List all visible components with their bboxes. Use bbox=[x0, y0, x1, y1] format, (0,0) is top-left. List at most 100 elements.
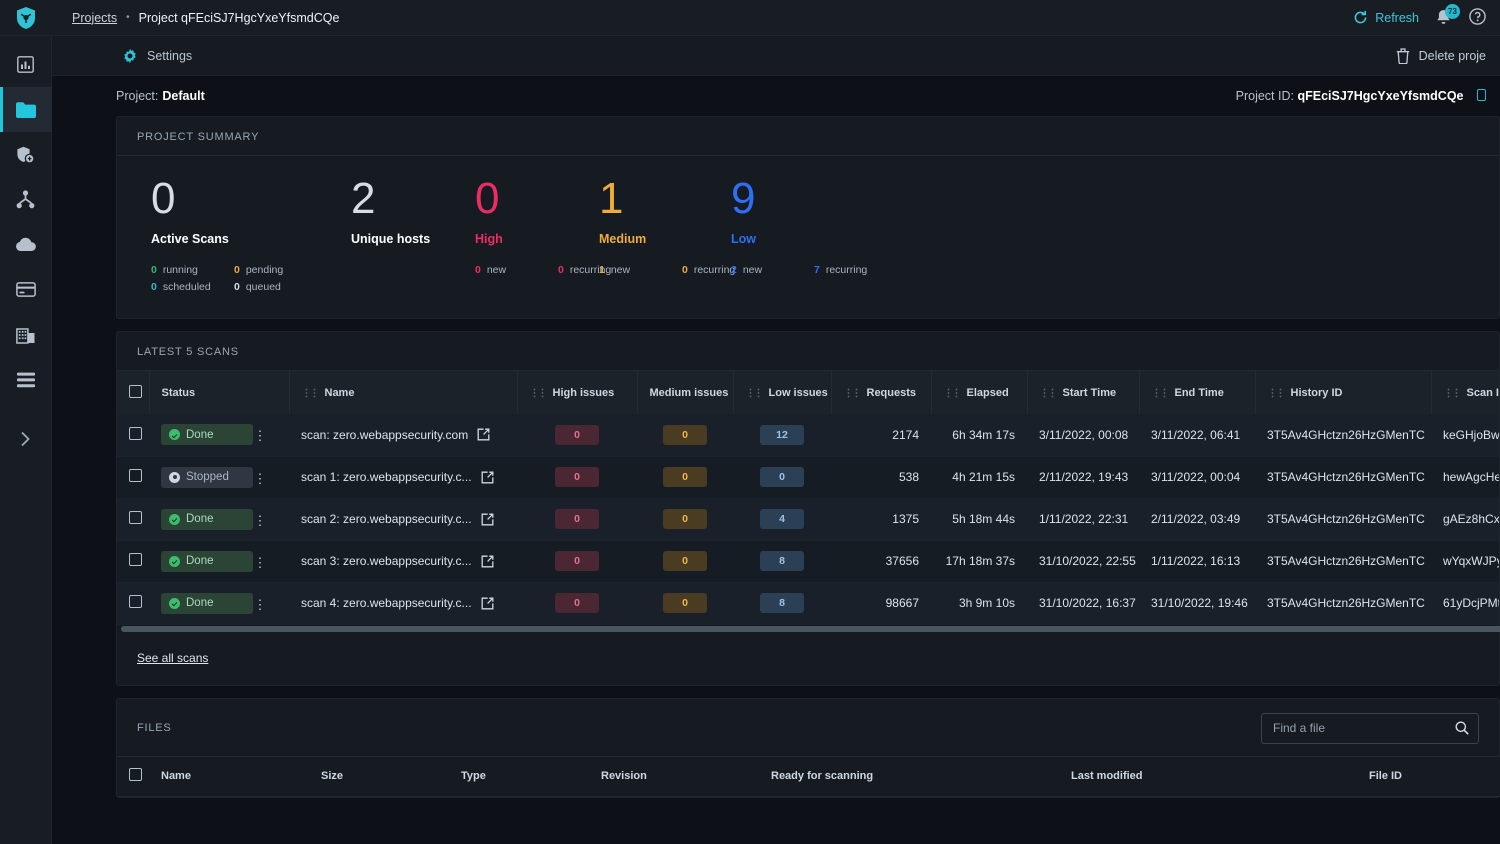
select-all-scans-header bbox=[117, 371, 149, 414]
row-checkbox[interactable] bbox=[129, 469, 142, 482]
col-elapsed[interactable]: ⋮⋮Elapsed bbox=[931, 371, 1027, 414]
open-external-icon[interactable] bbox=[481, 597, 494, 610]
history-id-cell: 3T5Av4GHctzn26HzGMenTC bbox=[1255, 540, 1431, 582]
open-external-icon[interactable] bbox=[477, 428, 490, 441]
files-col-revision[interactable]: Revision bbox=[589, 757, 759, 797]
medium-issues-pill: 0 bbox=[663, 509, 707, 529]
sidebar-item-dashboard[interactable] bbox=[0, 42, 52, 87]
summary-metric-low: 9Low2new7recurring bbox=[697, 176, 829, 296]
col-low-issues[interactable]: ⋮⋮Low issues bbox=[733, 371, 831, 414]
metric-sub-label: running bbox=[163, 262, 198, 279]
select-all-files-checkbox[interactable] bbox=[129, 768, 142, 781]
row-menu-button[interactable]: ⋮ bbox=[253, 518, 267, 524]
status-label: Done bbox=[186, 513, 214, 525]
low-issues-cell: 12 bbox=[733, 414, 831, 456]
col-scan-id[interactable]: ⋮⋮Scan ID bbox=[1431, 371, 1499, 414]
grip-icon: ⋮⋮ bbox=[746, 388, 762, 399]
sidebar-item-billing[interactable] bbox=[0, 267, 52, 312]
row-checkbox[interactable] bbox=[129, 427, 142, 440]
files-col-name[interactable]: Name bbox=[149, 757, 309, 797]
col-high-issues[interactable]: ⋮⋮High issues bbox=[517, 371, 637, 414]
status-done-icon bbox=[169, 556, 180, 567]
high-issues-cell: 0 bbox=[517, 540, 637, 582]
metric-sub-value: 1 bbox=[599, 262, 605, 279]
low-issues-pill: 8 bbox=[760, 551, 804, 571]
col-medium-issues[interactable]: Medium issues bbox=[637, 371, 733, 414]
scrollbar-thumb[interactable] bbox=[121, 626, 1500, 632]
status-cell: Done⋮ bbox=[149, 540, 289, 582]
refresh-button[interactable]: Refresh bbox=[1353, 10, 1419, 25]
status-cell: Stopped⋮ bbox=[149, 456, 289, 498]
find-a-file-input[interactable] bbox=[1273, 721, 1455, 735]
col-start-time[interactable]: ⋮⋮Start Time bbox=[1027, 371, 1139, 414]
files-col-last-modified[interactable]: Last modified bbox=[1059, 757, 1357, 797]
col-status[interactable]: Status bbox=[149, 371, 289, 414]
status-done-icon bbox=[169, 598, 180, 609]
list-icon bbox=[16, 372, 36, 388]
grip-icon: ⋮⋮ bbox=[302, 388, 318, 399]
sidebar-item-cloud[interactable] bbox=[0, 222, 52, 267]
metric-label: Active Scans bbox=[151, 232, 317, 246]
file-search-box[interactable] bbox=[1261, 713, 1479, 744]
select-all-scans-checkbox[interactable] bbox=[129, 385, 142, 398]
project-name: Default bbox=[162, 89, 204, 103]
col-requests[interactable]: ⋮⋮Requests bbox=[831, 371, 931, 414]
row-menu-button[interactable]: ⋮ bbox=[253, 476, 267, 482]
app-logo[interactable] bbox=[0, 0, 52, 36]
delete-project-button[interactable]: Delete proje bbox=[1396, 48, 1486, 64]
status-badge: Stopped bbox=[161, 467, 253, 488]
row-checkbox[interactable] bbox=[129, 595, 142, 608]
breadcrumb-projects-link[interactable]: Projects bbox=[72, 11, 117, 25]
table-row[interactable]: Done⋮scan 2: zero.webappsecurity.c...004… bbox=[117, 498, 1499, 540]
files-title: FILES bbox=[137, 722, 172, 734]
files-col-type[interactable]: Type bbox=[449, 757, 589, 797]
status-label: Done bbox=[186, 597, 214, 609]
copy-project-id-icon[interactable] bbox=[1477, 89, 1486, 101]
col-history-id[interactable]: ⋮⋮History ID bbox=[1255, 371, 1431, 414]
open-external-icon[interactable] bbox=[481, 471, 494, 484]
settings-button[interactable]: Settings bbox=[122, 48, 192, 64]
metric-sublist: 2new7recurring bbox=[731, 262, 921, 279]
table-row[interactable]: Done⋮scan 3: zero.webappsecurity.c...008… bbox=[117, 540, 1499, 582]
row-menu-button[interactable]: ⋮ bbox=[253, 433, 267, 439]
metric-sub: 0queued bbox=[234, 279, 317, 296]
sidebar-item-vulnerabilities[interactable] bbox=[0, 132, 52, 177]
sitemap-icon bbox=[16, 190, 35, 209]
table-row[interactable]: Done⋮scan 4: zero.webappsecurity.c...008… bbox=[117, 582, 1499, 624]
low-issues-pill: 8 bbox=[760, 593, 804, 613]
files-card: FILES bbox=[116, 698, 1500, 799]
medium-issues-pill: 0 bbox=[663, 551, 707, 571]
project-id-value: qFEciSJ7HgcYxeYfsmdCQe bbox=[1297, 89, 1463, 103]
open-external-icon[interactable] bbox=[481, 555, 494, 568]
help-button[interactable] bbox=[1469, 8, 1486, 28]
open-external-icon[interactable] bbox=[481, 513, 494, 526]
files-col-file-id[interactable]: File ID bbox=[1357, 757, 1500, 797]
sidebar-item-activity-log[interactable] bbox=[0, 357, 52, 402]
row-menu-button[interactable]: ⋮ bbox=[253, 602, 267, 608]
select-all-files-header bbox=[117, 757, 149, 797]
status-cell: Done⋮ bbox=[149, 414, 289, 456]
files-col-size[interactable]: Size bbox=[309, 757, 449, 797]
row-checkbox[interactable] bbox=[129, 553, 142, 566]
metric-value: 0 bbox=[475, 176, 565, 222]
see-all-scans-link[interactable]: See all scans bbox=[137, 651, 208, 665]
metric-sub-value: 7 bbox=[814, 262, 820, 279]
table-row[interactable]: Done⋮scan: zero.webappsecurity.com001221… bbox=[117, 414, 1499, 456]
files-col-ready-for-scanning[interactable]: Ready for scanning bbox=[759, 757, 1059, 797]
notifications-button[interactable]: 73 bbox=[1435, 9, 1453, 27]
delete-project-label: Delete proje bbox=[1419, 49, 1486, 63]
sidebar-item-sitemap[interactable] bbox=[0, 177, 52, 222]
scans-horizontal-scrollbar[interactable] bbox=[117, 625, 1499, 633]
high-issues-cell: 0 bbox=[517, 414, 637, 456]
sidebar-expand-button[interactable] bbox=[0, 416, 52, 461]
main-content: Projects • Project qFEciSJ7HgcYxeYfsmdCQ… bbox=[52, 0, 1500, 844]
row-checkbox[interactable] bbox=[129, 511, 142, 524]
table-row[interactable]: Stopped⋮scan 1: zero.webappsecurity.c...… bbox=[117, 456, 1499, 498]
sidebar-item-projects[interactable] bbox=[0, 87, 52, 132]
col-name[interactable]: ⋮⋮Name bbox=[289, 371, 517, 414]
col-end-time[interactable]: ⋮⋮End Time bbox=[1139, 371, 1255, 414]
sidebar-item-organization[interactable] bbox=[0, 312, 52, 357]
row-menu-button[interactable]: ⋮ bbox=[253, 560, 267, 566]
requests-cell: 538 bbox=[831, 456, 931, 498]
trash-icon bbox=[1396, 48, 1410, 64]
